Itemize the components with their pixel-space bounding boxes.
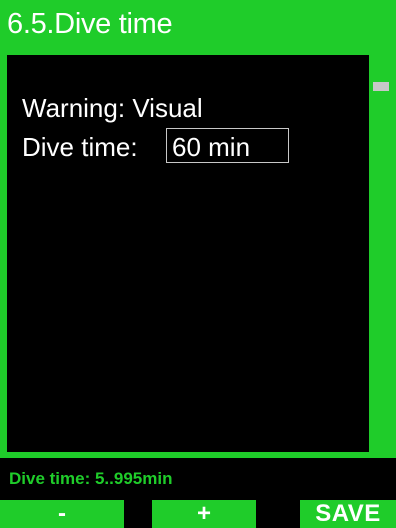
increase-button[interactable]: + [152, 500, 256, 528]
save-button[interactable]: SAVE [300, 500, 396, 528]
scrollbar[interactable] [371, 55, 389, 452]
setting-row-warning[interactable]: Warning: Visual [22, 94, 203, 122]
setting-row-dive-time[interactable]: Dive time: [22, 133, 138, 161]
decrease-button[interactable]: - [0, 500, 124, 528]
warning-label: Warning: [22, 93, 126, 123]
page-title: 6.5.Dive time [7, 8, 173, 40]
scrollbar-thumb[interactable] [373, 82, 389, 91]
dive-time-label: Dive time: [22, 132, 138, 162]
dive-time-value: 60 min [172, 132, 251, 162]
range-hint: Dive time: 5..995min [9, 469, 173, 488]
warning-value: Visual [132, 93, 203, 123]
